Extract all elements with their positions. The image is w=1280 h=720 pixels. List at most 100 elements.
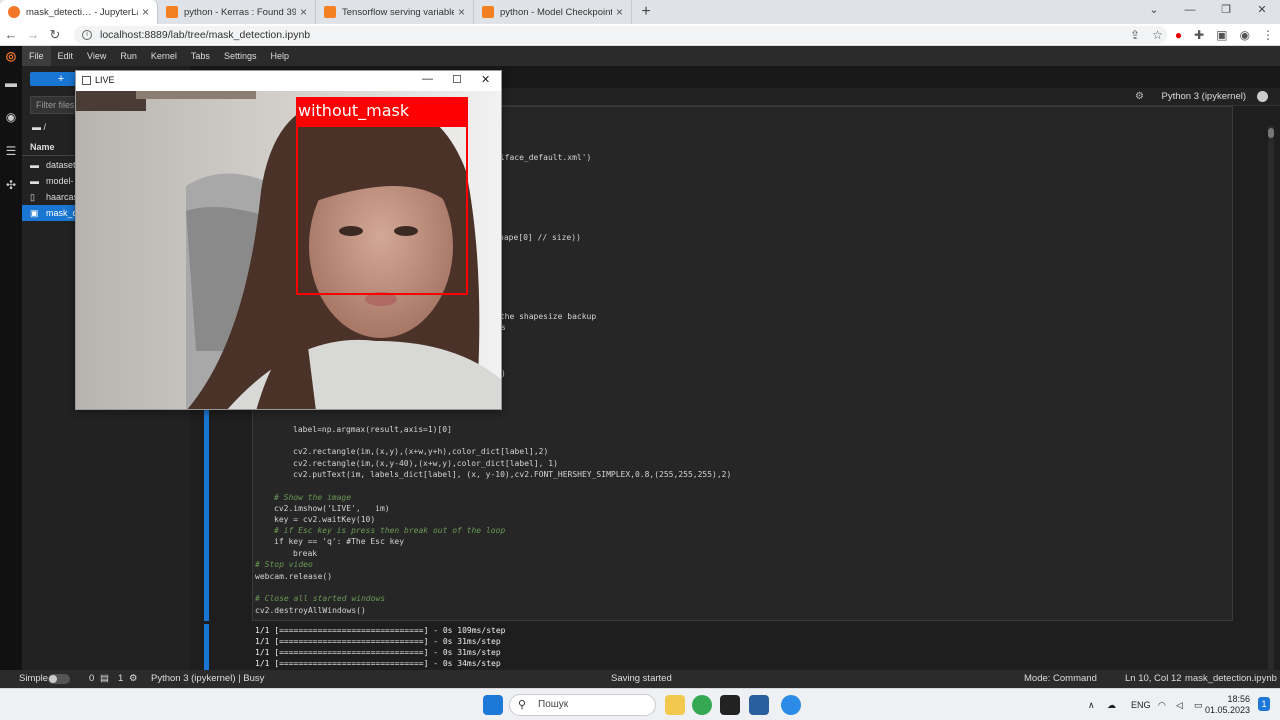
python-app-icon[interactable] <box>749 695 769 715</box>
opera-extension-icon[interactable]: ● <box>1175 28 1182 42</box>
left-activity-bar: ▬ ◉ ☰ ✣ <box>0 66 22 670</box>
kernel-name[interactable]: Python 3 (ipykernel) <box>1162 91 1246 102</box>
share-icon[interactable]: ⇪ <box>1130 28 1140 42</box>
window-controls: ⌄ — ❐ ✕ <box>1136 0 1280 22</box>
browser-tab-tensorflow[interactable]: Tensorflow serving variable file -… × <box>316 0 474 24</box>
address-bar[interactable]: i localhost:8889/lab/tree/mask_detection… <box>74 26 1167 44</box>
toc-icon[interactable]: ☰ <box>0 134 22 168</box>
status-bar: Simple 0 ▤ 1 ⚙ Python 3 (ipykernel) | Bu… <box>0 670 1280 688</box>
close-icon[interactable]: ✕ <box>481 73 490 86</box>
close-tab-icon[interactable]: × <box>300 5 307 19</box>
tray-overflow-icon[interactable]: ∧ <box>1088 689 1095 720</box>
code-line: # Stop video <box>255 560 313 569</box>
stackoverflow-favicon <box>166 6 178 18</box>
jupyter-logo-icon: ◎ <box>0 46 22 66</box>
extensions-icon[interactable]: ✣ <box>0 168 22 202</box>
folder-icon: ▬ <box>30 160 39 170</box>
kernel-status-icon <box>1257 91 1268 102</box>
browser-tab-checkpoint[interactable]: python - Model Checkpoint does… × <box>474 0 632 24</box>
terminal-count[interactable]: 0 <box>89 673 94 684</box>
wifi-icon[interactable]: ◠ <box>1158 689 1166 720</box>
notebook-scrollbar[interactable] <box>1268 126 1274 686</box>
live-window-title: LIVE <box>95 75 115 85</box>
menu-settings[interactable]: Settings <box>217 46 264 66</box>
output-line: 1/1 [==============================] - 0… <box>255 637 501 646</box>
menu-help[interactable]: Help <box>263 46 296 66</box>
url-text: localhost:8889/lab/tree/mask_detection.i… <box>100 29 311 41</box>
weather-icon[interactable]: ☁ <box>1107 689 1116 720</box>
battery-icon[interactable]: ▭ <box>1194 689 1203 720</box>
folder-icon[interactable]: ▬ <box>0 66 22 100</box>
language-indicator[interactable]: ENG <box>1131 689 1151 720</box>
site-info-icon[interactable]: i <box>82 30 92 40</box>
back-icon[interactable]: ← <box>0 27 22 42</box>
clock[interactable]: 18:56 01.05.2023 <box>1205 694 1250 716</box>
browser-menu-icon[interactable]: ⋮ <box>1262 28 1274 42</box>
code-line: the shapesize backup <box>495 312 597 321</box>
file-item-name: dataset <box>46 160 76 170</box>
menu-file[interactable]: File <box>22 46 51 66</box>
code-line: # Close all started windows <box>255 594 386 603</box>
breadcrumb[interactable]: ▬ / <box>32 122 46 132</box>
new-tab-button[interactable]: + <box>632 0 660 24</box>
menu-edit[interactable]: Edit <box>51 46 81 66</box>
kernel-status[interactable]: Python 3 (ipykernel) | Busy <box>151 673 264 684</box>
close-tab-icon[interactable]: × <box>616 5 623 19</box>
browser-tab-jupyterlab[interactable]: mask_detecti… - JupyterLab × <box>0 0 158 24</box>
jupyter-menu-bar: ◎ File Edit View Run Kernel Tabs Setting… <box>0 46 1280 66</box>
cursor-position[interactable]: Ln 10, Col 12 <box>1125 673 1182 684</box>
chrome-icon[interactable] <box>692 695 712 715</box>
code-line: cv2.rectangle(im,(x,y-40),(x+w,y),color_… <box>293 459 558 468</box>
code-line: cv2.putText(im, labels_dict[label], (x, … <box>293 470 732 479</box>
kernel-gear-icon: ⚙ <box>129 673 138 684</box>
sidepanel-icon[interactable]: ▣ <box>1216 28 1227 42</box>
live-window[interactable]: LIVE — ☐ ✕ without_mask <box>75 70 502 410</box>
close-tab-icon[interactable]: × <box>142 5 149 19</box>
output-collapser[interactable] <box>204 624 209 670</box>
volume-icon[interactable]: ◁ <box>1176 689 1183 720</box>
file-explorer-icon[interactable] <box>665 695 685 715</box>
running-icon[interactable]: ◉ <box>0 100 22 134</box>
kernel-settings-icon[interactable]: ⚙ <box>1135 91 1144 102</box>
minimize-icon[interactable]: — <box>422 73 433 85</box>
maximize-icon[interactable]: ☐ <box>452 73 462 86</box>
telegram-icon[interactable] <box>781 695 801 715</box>
menu-kernel[interactable]: Kernel <box>144 46 184 66</box>
scrollbar-thumb[interactable] <box>1268 128 1274 138</box>
maximize-icon[interactable]: ❐ <box>1208 0 1244 22</box>
tab-search-icon[interactable]: ⌄ <box>1136 0 1172 22</box>
browser-tab-kerras[interactable]: python - Kerras : Found 39 image… × <box>158 0 316 24</box>
main-menu: File Edit View Run Kernel Tabs Settings … <box>22 46 296 66</box>
detection-label: without_mask <box>296 97 468 125</box>
status-filename: mask_detection.ipynb <box>1185 673 1277 684</box>
mode-indicator: Mode: Command <box>1024 673 1097 684</box>
close-tab-icon[interactable]: × <box>458 5 465 19</box>
windows-start-icon[interactable] <box>483 695 503 715</box>
live-window-titlebar[interactable]: LIVE — ☐ ✕ <box>76 71 501 91</box>
profile-avatar-icon[interactable]: ◉ <box>1240 28 1250 42</box>
simple-mode-label: Simple <box>19 673 49 684</box>
simple-mode-toggle[interactable] <box>48 674 70 684</box>
code-line: cv2.rectangle(im,(x,y),(x+w,y+h),color_d… <box>293 447 549 456</box>
bookmark-star-icon[interactable]: ☆ <box>1152 28 1163 42</box>
stackoverflow-favicon <box>482 6 494 18</box>
tab-title: python - Kerras : Found 39 image… <box>184 6 296 18</box>
menu-run[interactable]: Run <box>113 46 144 66</box>
folder-icon: ▬ <box>30 176 39 186</box>
forward-icon[interactable]: → <box>22 27 44 42</box>
kernel-count[interactable]: 1 <box>118 673 123 684</box>
taskbar-search[interactable]: ⚲ Пошук <box>509 694 656 716</box>
minimize-icon[interactable]: — <box>1172 0 1208 22</box>
reload-icon[interactable]: ↻ <box>44 27 66 43</box>
tab-title: Tensorflow serving variable file -… <box>342 6 454 18</box>
code-line: cv2.destroyAllWindows() <box>255 606 366 615</box>
menu-tabs[interactable]: Tabs <box>184 46 217 66</box>
close-window-icon[interactable]: ✕ <box>1244 0 1280 22</box>
extensions-puzzle-icon[interactable]: ✚ <box>1194 28 1204 42</box>
code-line: cv2.imshow('LIVE', im) <box>274 504 390 513</box>
menu-view[interactable]: View <box>80 46 113 66</box>
notification-badge[interactable]: 1 <box>1258 697 1270 711</box>
code-line: key = cv2.waitKey(10) <box>274 515 376 524</box>
face-bounding-box <box>296 125 468 295</box>
terminal-app-icon[interactable] <box>720 695 740 715</box>
